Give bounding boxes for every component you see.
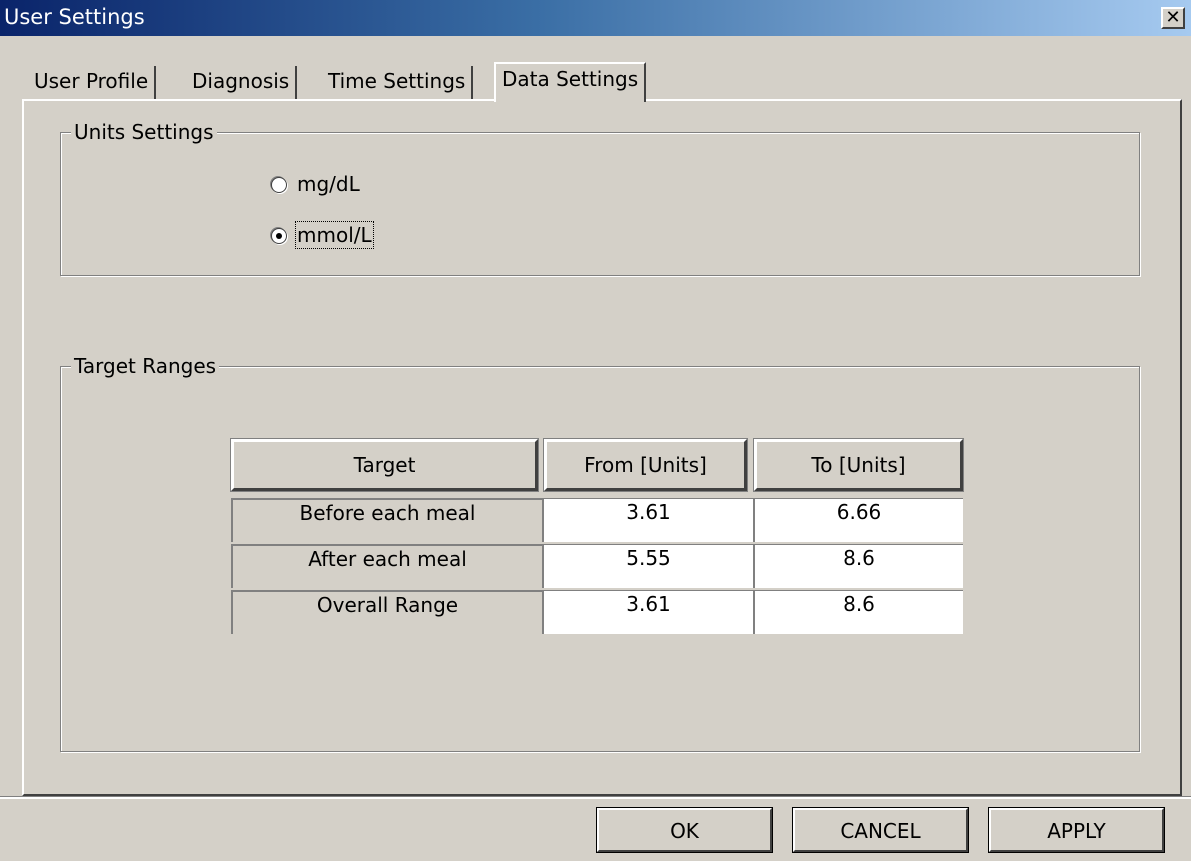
close-icon[interactable]: ✕ [1161,7,1185,29]
cancel-button[interactable]: CANCEL [792,807,969,853]
tab-user-profile[interactable]: User Profile [28,66,157,100]
cell-before-meal-to[interactable]: 6.66 [753,498,963,542]
cell-before-meal-from[interactable]: 3.61 [542,498,753,542]
row-header-after-meal: After each meal [231,544,542,588]
radio-mg-dl-label[interactable]: mg/dL [297,172,360,196]
column-header-to[interactable]: To [Units] [753,438,964,492]
tab-data-settings[interactable]: Data Settings [494,62,647,102]
row-header-before-meal: Before each meal [231,498,542,542]
units-settings-label: Units Settings [71,120,217,144]
column-header-target[interactable]: Target [230,438,539,492]
row-header-overall-range: Overall Range [231,590,542,634]
units-settings-group: Units Settings [60,120,1140,276]
footer-separator [0,796,1191,799]
target-ranges-grid[interactable]: Target From [Units] To [Units] Before ea… [230,438,964,635]
target-ranges-label: Target Ranges [71,354,220,378]
column-header-from[interactable]: From [Units] [543,438,748,492]
cell-overall-range-from[interactable]: 3.61 [542,590,753,634]
radio-mmol-l[interactable] [271,228,287,244]
cell-after-meal-to[interactable]: 8.6 [753,544,963,588]
title-bar[interactable]: User Settings ✕ [0,0,1191,36]
radio-mmol-l-label[interactable]: mmol/L [295,221,374,249]
cell-after-meal-from[interactable]: 5.55 [542,544,753,588]
tab-diagnosis[interactable]: Diagnosis [186,66,298,100]
radio-mg-dl[interactable] [271,177,287,193]
cell-overall-range-to[interactable]: 8.6 [753,590,963,634]
apply-button[interactable]: APPLY [988,807,1165,853]
ok-button[interactable]: OK [596,807,773,853]
window-title: User Settings [4,5,145,29]
tab-time-settings[interactable]: Time Settings [322,66,474,100]
radio-selected-dot [276,233,282,239]
